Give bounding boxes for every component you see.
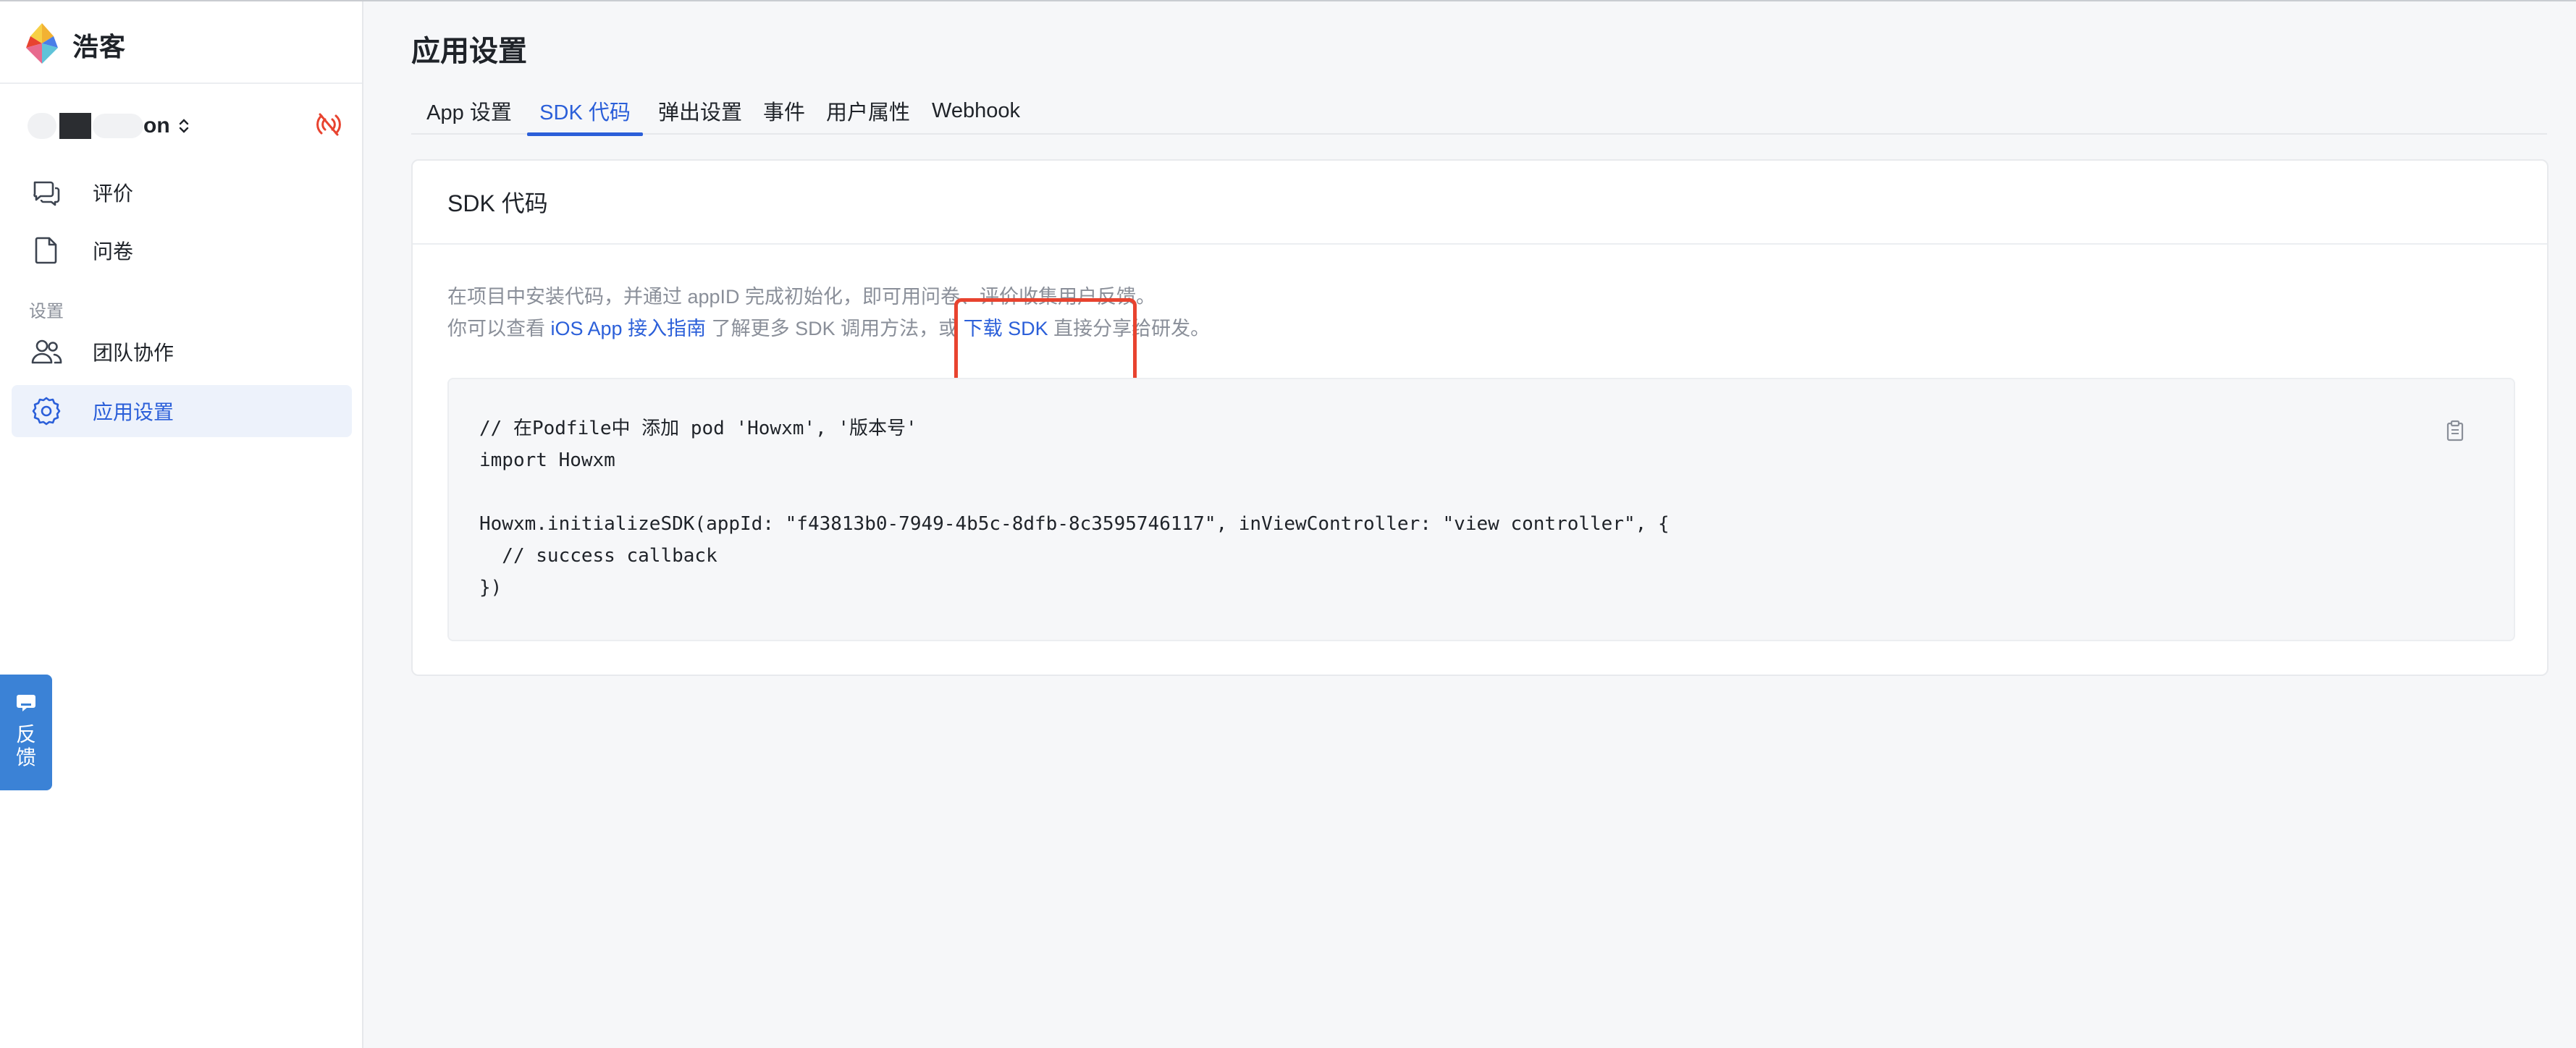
card-description: 在项目中安装代码，并通过 appID 完成初始化，即可用问卷、评价收集用户反馈。… — [447, 281, 1210, 345]
code-line: }) — [479, 577, 502, 599]
sidebar-item-surveys[interactable]: 问卷 — [12, 224, 352, 276]
project-name: on — [143, 114, 170, 138]
signal-off-icon[interactable] — [316, 111, 342, 141]
sidebar-item-team[interactable]: 团队协作 — [12, 326, 352, 378]
card-title: SDK 代码 — [447, 190, 548, 216]
sidebar-item-label: 应用设置 — [93, 401, 174, 423]
sidebar: 浩客 on 评价 问卷 设置 团队协作 应用设置 — [0, 1, 363, 1048]
code-line: import Howxm — [479, 449, 615, 471]
brand-name: 浩客 — [72, 32, 127, 62]
gear-icon — [29, 394, 64, 428]
sdk-code-card: SDK 代码 在项目中安装代码，并通过 appID 完成初始化，即可用问卷、评价… — [411, 159, 2548, 676]
app-window: 浩客 on 评价 问卷 设置 团队协作 应用设置 反馈 应用设置 App 设置 … — [0, 0, 2576, 1048]
description-text: 了解更多 SDK 调用方法，或 — [706, 318, 964, 339]
divider — [0, 83, 362, 84]
sidebar-item-app-settings[interactable]: 应用设置 — [12, 385, 352, 437]
howxm-logo-icon — [22, 22, 62, 69]
project-switcher[interactable]: on — [28, 109, 190, 143]
tab-user-attributes[interactable]: 用户属性 — [821, 87, 915, 135]
description-line: 你可以查看 iOS App 接入指南 了解更多 SDK 调用方法，或 下载 SD… — [447, 313, 1210, 345]
sidebar-item-label: 团队协作 — [93, 342, 174, 364]
clipboard-icon[interactable] — [2446, 420, 2465, 445]
message-icon — [15, 693, 37, 716]
sidebar-item-reviews[interactable]: 评价 — [12, 166, 352, 219]
page-title: 应用设置 — [411, 35, 527, 67]
updown-chevron-icon — [177, 117, 190, 135]
code-line: // 在Podfile中 添加 pod 'Howxm', '版本号' — [479, 418, 917, 439]
redacted-project-name — [59, 113, 91, 139]
description-text: 你可以查看 — [447, 318, 551, 339]
ios-guide-link[interactable]: iOS App 接入指南 — [551, 318, 707, 339]
sidebar-item-label: 问卷 — [93, 240, 134, 263]
download-sdk-link[interactable]: 下载 SDK — [964, 318, 1048, 339]
tab-events[interactable]: 事件 — [757, 87, 811, 135]
brand[interactable]: 浩客 — [22, 22, 126, 68]
sidebar-section-label: 设置 — [29, 302, 64, 321]
description-line: 在项目中安装代码，并通过 appID 完成初始化，即可用问卷、评价收集用户反馈。 — [447, 286, 1156, 308]
code-line: Howxm.initializeSDK(appId: "f43813b0-794… — [479, 513, 1670, 535]
redacted-project-name — [28, 113, 56, 139]
redacted-project-name — [93, 114, 143, 138]
tab-bar: App 设置 SDK 代码 弹出设置 事件 用户属性 Webhook — [411, 87, 2547, 136]
code-line: // success callback — [479, 545, 717, 567]
card-header: SDK 代码 — [413, 161, 2547, 245]
tab-webhook[interactable]: Webhook — [925, 87, 1027, 135]
chat-bubbles-icon — [29, 175, 64, 210]
description-text: 直接分享给研发。 — [1048, 318, 1211, 339]
feedback-label: 反馈 — [15, 723, 36, 769]
tab-popup-settings[interactable]: 弹出设置 — [653, 87, 747, 135]
feedback-button[interactable]: 反馈 — [0, 675, 52, 790]
users-icon — [29, 334, 64, 369]
sidebar-item-label: 评价 — [93, 182, 134, 205]
code-block: // 在Podfile中 添加 pod 'Howxm', '版本号' impor… — [447, 378, 2515, 641]
tab-sdk-code[interactable]: SDK 代码 — [527, 87, 643, 136]
tab-app-settings[interactable]: App 设置 — [418, 87, 520, 135]
document-icon — [29, 233, 64, 268]
